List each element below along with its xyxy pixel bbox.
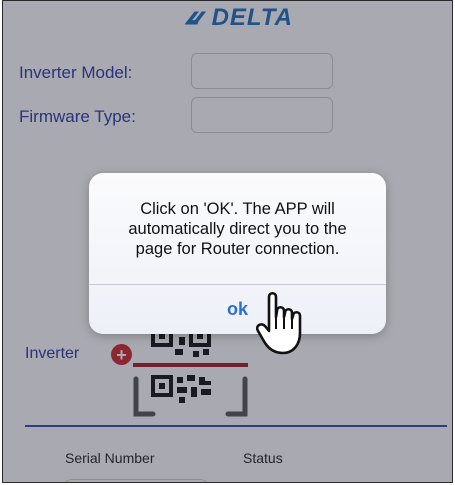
tap-hand-icon [255, 291, 302, 355]
router-connection-alert: Click on 'OK'. The APP will automaticall… [89, 173, 386, 334]
alert-message: Click on 'OK'. The APP will automaticall… [128, 200, 347, 258]
ok-button[interactable]: ok [89, 285, 386, 334]
app-screen: DELTA Inverter Model: Firmware Type: Inv… [2, 0, 453, 483]
